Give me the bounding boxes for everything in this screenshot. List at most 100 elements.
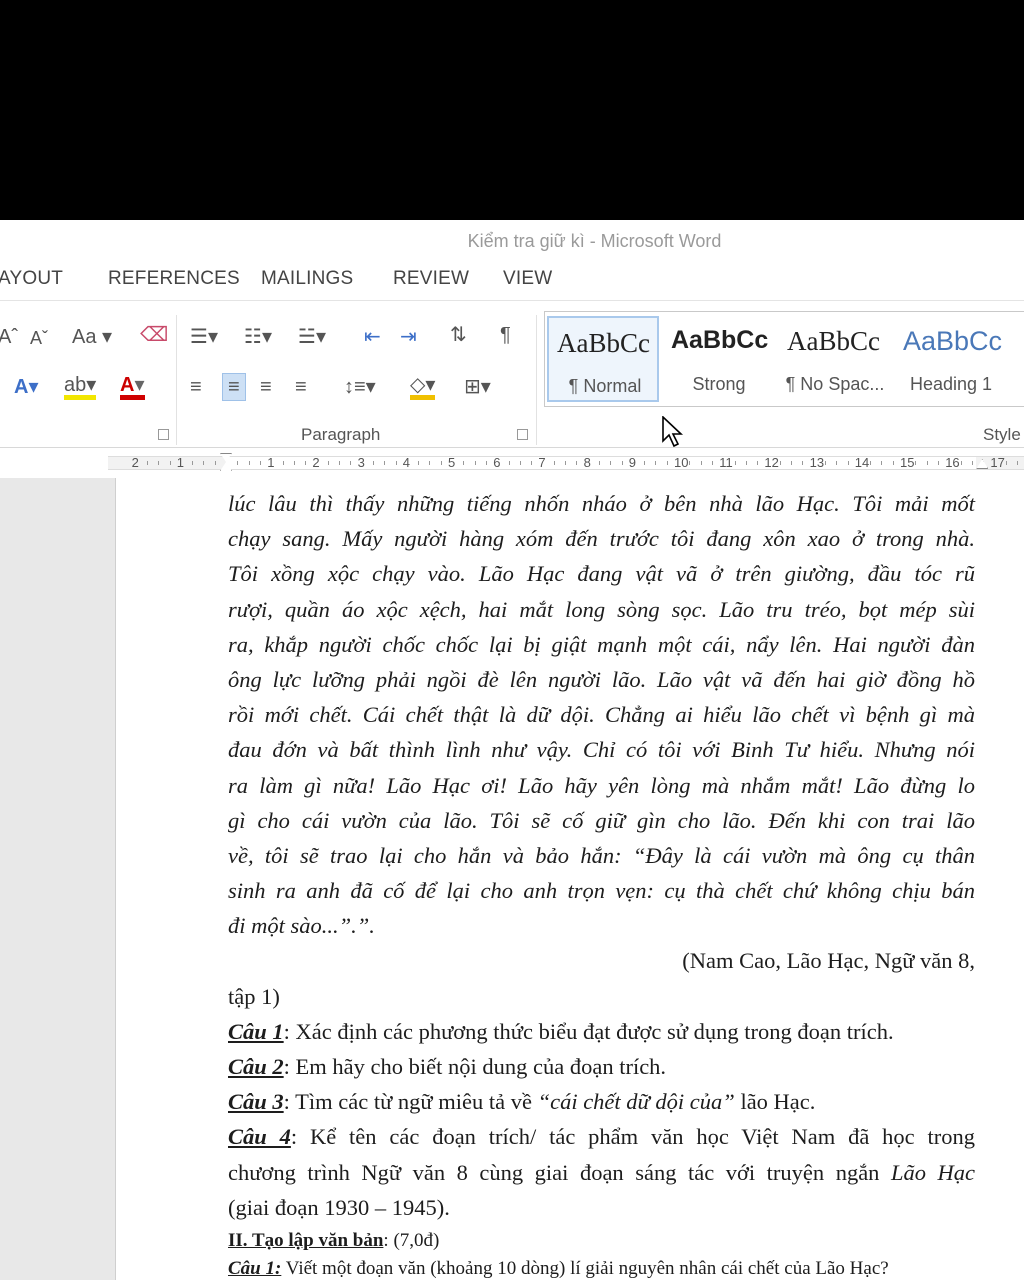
excerpt-line: ông lực lưỡng phải ngồi đè lên người lão… [228, 666, 975, 692]
style-normal[interactable]: AaBbCc ¶ Normal [547, 316, 659, 402]
tab-view[interactable]: VIEW [503, 268, 552, 290]
ruler-tick [214, 461, 216, 465]
question-4-line-2: chương trình Ngữ văn 8 cùng giai đoạn sá… [228, 1155, 975, 1190]
tab-review[interactable]: REVIEW [393, 268, 469, 290]
font-color-icon[interactable]: A▾ [120, 375, 145, 400]
ruler-tick [395, 461, 397, 465]
tab-mailings[interactable]: MAILINGS [261, 268, 353, 290]
ruler-number: 8 [583, 455, 591, 470]
ruler-tick [553, 461, 555, 465]
ruler-tick [802, 461, 804, 465]
align-right-icon[interactable]: ≡ [260, 377, 272, 397]
grow-font-icon[interactable]: Aˆ [0, 327, 18, 347]
ruler-tick [745, 461, 747, 465]
ruler-tick [305, 461, 307, 465]
align-center-icon[interactable]: ≡ [222, 373, 246, 401]
style-sample: AaBbCc [671, 326, 769, 354]
ruler-tick [881, 461, 883, 465]
excerpt-line: lúc lâu thì thấy những tiếng nhốn nháo ở… [228, 491, 975, 516]
justify-icon[interactable]: ≡ [295, 377, 307, 397]
citation-line: (Nam Cao, Lão Hạc, Ngữ văn 8, [682, 948, 975, 974]
ruler-tick [960, 461, 962, 465]
excerpt-line: đau đớn và bất thình lình như vậy. Chỉ c… [228, 737, 975, 763]
ruler-number: 10 [674, 455, 689, 470]
document-body[interactable]: lúc lâu thì thấy những tiếng nhốn nháo ở… [228, 486, 975, 1280]
ruler-tick [192, 461, 194, 465]
excerpt-line: ra, khắp người chốc chốc lại bị giật mạn… [228, 631, 975, 657]
window-title: Kiểm tra giữ kì - Microsoft Word [467, 231, 722, 251]
ruler-tick [870, 461, 872, 465]
citation-line: tập 1) [228, 983, 280, 1009]
ruler-tick [598, 461, 600, 465]
excerpt-line: ra làm gì nữa! Lão Hạc ơi! Lão hãy yên l… [228, 772, 975, 798]
text-effects-icon[interactable]: A▾ [14, 377, 39, 397]
change-case-button[interactable]: Aa ▾ [72, 327, 112, 347]
ruler-tick [327, 461, 329, 465]
numbering-icon[interactable]: ☷▾ [244, 327, 272, 347]
ruler-tick [644, 461, 646, 465]
sort-icon[interactable]: ⇅ [450, 325, 467, 345]
ruler-number: 1 [267, 455, 275, 470]
shading-icon[interactable]: ◇▾ [410, 375, 436, 400]
show-formatting-icon[interactable]: ¶ [500, 325, 511, 345]
excerpt-line: Tôi xồng xộc chạy vào. Lão Hạc đang vật … [228, 561, 975, 587]
borders-icon[interactable]: ⊞▾ [464, 377, 491, 397]
clear-formatting-icon[interactable]: ⌫ [140, 325, 168, 345]
tab-layout[interactable]: AYOUT [0, 268, 63, 290]
ribbon: Aˆ Aˇ Aa ▾ ⌫ A▾ ab▾ A▾ ☰▾ ☷▾ ☱▾ ⇤ ⇥ ⇅ ¶ … [0, 300, 1024, 448]
question-text: : Xác định các phương thức biểu đạt được… [283, 1018, 894, 1044]
ruler-tick [1017, 461, 1018, 465]
ruler-tick [779, 461, 781, 465]
ruler-tick [474, 461, 476, 465]
ruler-tick [440, 461, 442, 465]
decrease-indent-icon[interactable]: ⇤ [364, 327, 381, 347]
styles-gallery: AaBbCc ¶ Normal AaBbCc Strong AaBbCc ¶ N… [544, 311, 1024, 407]
ruler-tick [531, 461, 533, 465]
highlight-color-icon[interactable]: ab▾ [64, 375, 97, 400]
ruler-number: 1 [176, 455, 185, 470]
line-spacing-icon[interactable]: ↕≡▾ [344, 377, 376, 397]
tab-references[interactable]: REFERENCES [108, 268, 240, 290]
ruler-number: 17 [990, 455, 1005, 470]
ruler-number: 2 [312, 455, 320, 470]
question-1: Câu 1: Xác định các phương thức biểu đạt… [228, 1014, 975, 1049]
font-dialog-launcher[interactable] [158, 429, 169, 440]
section-2-heading: II. Tạo lập văn bản: (7,0đ) [228, 1227, 975, 1255]
ruler-number: 4 [402, 455, 411, 470]
multilevel-list-icon[interactable]: ☱▾ [298, 327, 326, 347]
increase-indent-icon[interactable]: ⇥ [400, 327, 417, 347]
question-quote: “cái chết dữ dội của” [537, 1089, 735, 1115]
ruler-tick [757, 461, 759, 465]
ruler-tick [926, 461, 928, 465]
styles-group-label: Style [983, 425, 1021, 444]
black-letterbox [0, 0, 1024, 220]
ribbon-tabs: AYOUT REFERENCES MAILINGS REVIEW VIEW [0, 264, 1024, 298]
ruler-tick [937, 461, 939, 465]
word-window: Kiểm tra giữ kì - Microsoft Word AYOUT R… [0, 220, 1024, 1280]
ruler-tick [791, 461, 792, 465]
ruler-number: 5 [448, 455, 456, 470]
ruler-tick [824, 461, 826, 465]
style-name: Strong [692, 374, 746, 394]
style-strong[interactable]: AaBbCc Strong [663, 316, 775, 402]
align-left-icon[interactable]: ≡ [190, 377, 202, 397]
right-indent-marker-icon[interactable] [976, 459, 989, 469]
style-no-spacing[interactable]: AaBbCc ¶ No Spac... [779, 316, 891, 402]
ruler-tick [734, 461, 736, 465]
ruler-number: 7 [538, 455, 546, 470]
ruler-number: 13 [809, 455, 825, 470]
question-3: Câu 3: Tìm các từ ngữ miêu tả về “cái ch… [228, 1084, 975, 1119]
question-4-line-3: (giai đoạn 1930 – 1945). [228, 1194, 450, 1220]
ruler-tick [610, 461, 612, 465]
ruler-tick [666, 461, 668, 465]
shrink-font-icon[interactable]: Aˇ [30, 329, 48, 347]
ruler-tick [576, 461, 578, 465]
style-heading-1[interactable]: AaBbCc Heading 1 [895, 316, 1007, 402]
paragraph-dialog-launcher[interactable] [517, 429, 528, 440]
ruler-tick [621, 461, 623, 465]
bullets-icon[interactable]: ☰▾ [190, 327, 218, 347]
excerpt-line: về, tôi sẽ trao lại cho hắn và bảo hắn: … [228, 842, 975, 868]
ruler-tick [847, 461, 849, 465]
horizontal-ruler[interactable]: 2 1 1 2 3 4 5 6 7 8 9 10 11 12 13 14 15 16 17 [0, 448, 1024, 478]
group-separator [536, 315, 537, 445]
